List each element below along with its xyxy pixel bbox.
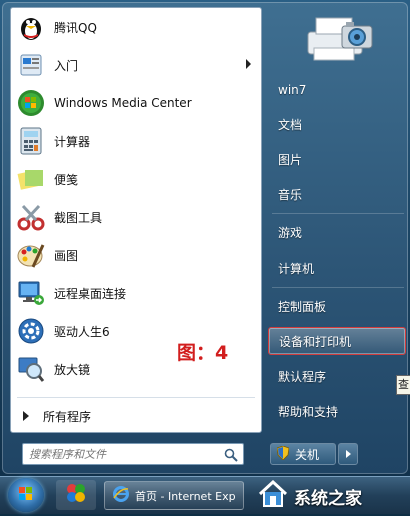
program-item-remote-desktop[interactable]: 远程桌面连接 [11, 274, 261, 312]
right-item-control-panel[interactable]: 控制面板 [268, 294, 406, 318]
right-item-documents[interactable]: 文档 [268, 112, 406, 136]
shutdown-options-arrow-button[interactable] [338, 443, 358, 465]
internet-explorer-icon [113, 486, 129, 505]
expand-arrow-icon [23, 411, 29, 421]
taskbar-ie-window[interactable]: 首页 - Internet Exp [104, 481, 244, 510]
right-item-label: 设备和打印机 [279, 334, 352, 349]
snipping-tool-icon [16, 202, 46, 232]
sticky-notes-icon [16, 164, 46, 194]
right-item-music[interactable]: 音乐 [268, 182, 406, 206]
qq-penguin-icon [16, 12, 46, 42]
program-label: Windows Media Center [54, 96, 192, 110]
right-item-label: 计算机 [278, 261, 315, 276]
ie-window-title: 首页 - Internet Exp [135, 489, 236, 503]
programs-pane: 腾讯QQ 入门 Windows Media Center 计算器 便笺 截图工具… [10, 7, 262, 433]
remote-desktop-icon [16, 278, 46, 308]
devices-printer-icon [304, 8, 376, 66]
getting-started-icon [16, 50, 46, 80]
shutdown-label: 关机 [295, 447, 320, 462]
program-item-sticky-notes[interactable]: 便笺 [11, 160, 261, 198]
program-label: 便笺 [54, 172, 79, 187]
right-item-devices-printers[interactable]: 设备和打印机 [268, 327, 406, 355]
program-label: 入门 [54, 58, 79, 73]
watermark: 系统之家 [258, 479, 408, 512]
taskbar-app-button[interactable] [56, 480, 96, 510]
tooltip-fragment: 查 [396, 375, 410, 395]
submenu-arrow-icon [246, 59, 251, 69]
program-label: 画图 [54, 248, 79, 263]
start-menu: 腾讯QQ 入门 Windows Media Center 计算器 便笺 截图工具… [2, 2, 408, 474]
right-item-default-programs[interactable]: 默认程序 [268, 364, 406, 388]
right-item-help-support[interactable]: 帮助和支持 [268, 399, 406, 423]
figure-annotation: 图：4 [177, 342, 229, 364]
right-item-pictures[interactable]: 图片 [268, 147, 406, 171]
driver-life-icon [16, 316, 46, 346]
divider [17, 397, 255, 398]
search-box[interactable] [22, 443, 244, 465]
all-programs-button[interactable]: 所有程序 [11, 403, 261, 429]
program-item-calculator[interactable]: 计算器 [11, 122, 261, 160]
paint-icon [16, 240, 46, 270]
program-item-media-center[interactable]: Windows Media Center [11, 84, 261, 122]
program-item-qq[interactable]: 腾讯QQ [11, 8, 261, 46]
house-logo-icon [258, 479, 288, 512]
program-label: 放大镜 [54, 362, 91, 377]
colorful-app-icon [65, 482, 87, 508]
calculator-icon [16, 126, 46, 156]
right-item-label: 帮助和支持 [278, 404, 339, 419]
right-item-label: 控制面板 [278, 299, 327, 314]
right-item-label: win7 [278, 83, 307, 97]
uac-shield-icon [276, 445, 290, 463]
right-item-label: 音乐 [278, 187, 303, 202]
search-input[interactable] [29, 445, 219, 463]
program-label: 驱动人生6 [54, 324, 110, 339]
program-label: 远程桌面连接 [54, 286, 127, 301]
magnifier-icon [16, 354, 46, 384]
program-label: 截图工具 [54, 210, 103, 225]
watermark-text: 系统之家 [294, 488, 362, 509]
right-divider [272, 287, 404, 288]
program-label: 计算器 [54, 134, 91, 149]
right-item-label: 游戏 [278, 225, 303, 240]
program-item-snipping-tool[interactable]: 截图工具 [11, 198, 261, 236]
program-item-getting-started[interactable]: 入门 [11, 46, 261, 84]
all-programs-label: 所有程序 [43, 409, 92, 424]
right-item-games[interactable]: 游戏 [268, 220, 406, 244]
right-item-user[interactable]: win7 [268, 78, 406, 102]
right-item-computer[interactable]: 计算机 [268, 256, 406, 280]
media-center-icon [16, 88, 46, 118]
start-orb-icon[interactable] [8, 478, 44, 512]
shutdown-button[interactable]: 关机 [270, 443, 336, 465]
right-item-label: 默认程序 [278, 369, 327, 384]
search-icon[interactable] [224, 447, 238, 466]
right-divider [272, 213, 404, 214]
right-item-label: 文档 [278, 117, 303, 132]
program-label: 腾讯QQ [54, 20, 97, 35]
right-item-label: 图片 [278, 152, 303, 167]
program-item-paint[interactable]: 画图 [11, 236, 261, 274]
